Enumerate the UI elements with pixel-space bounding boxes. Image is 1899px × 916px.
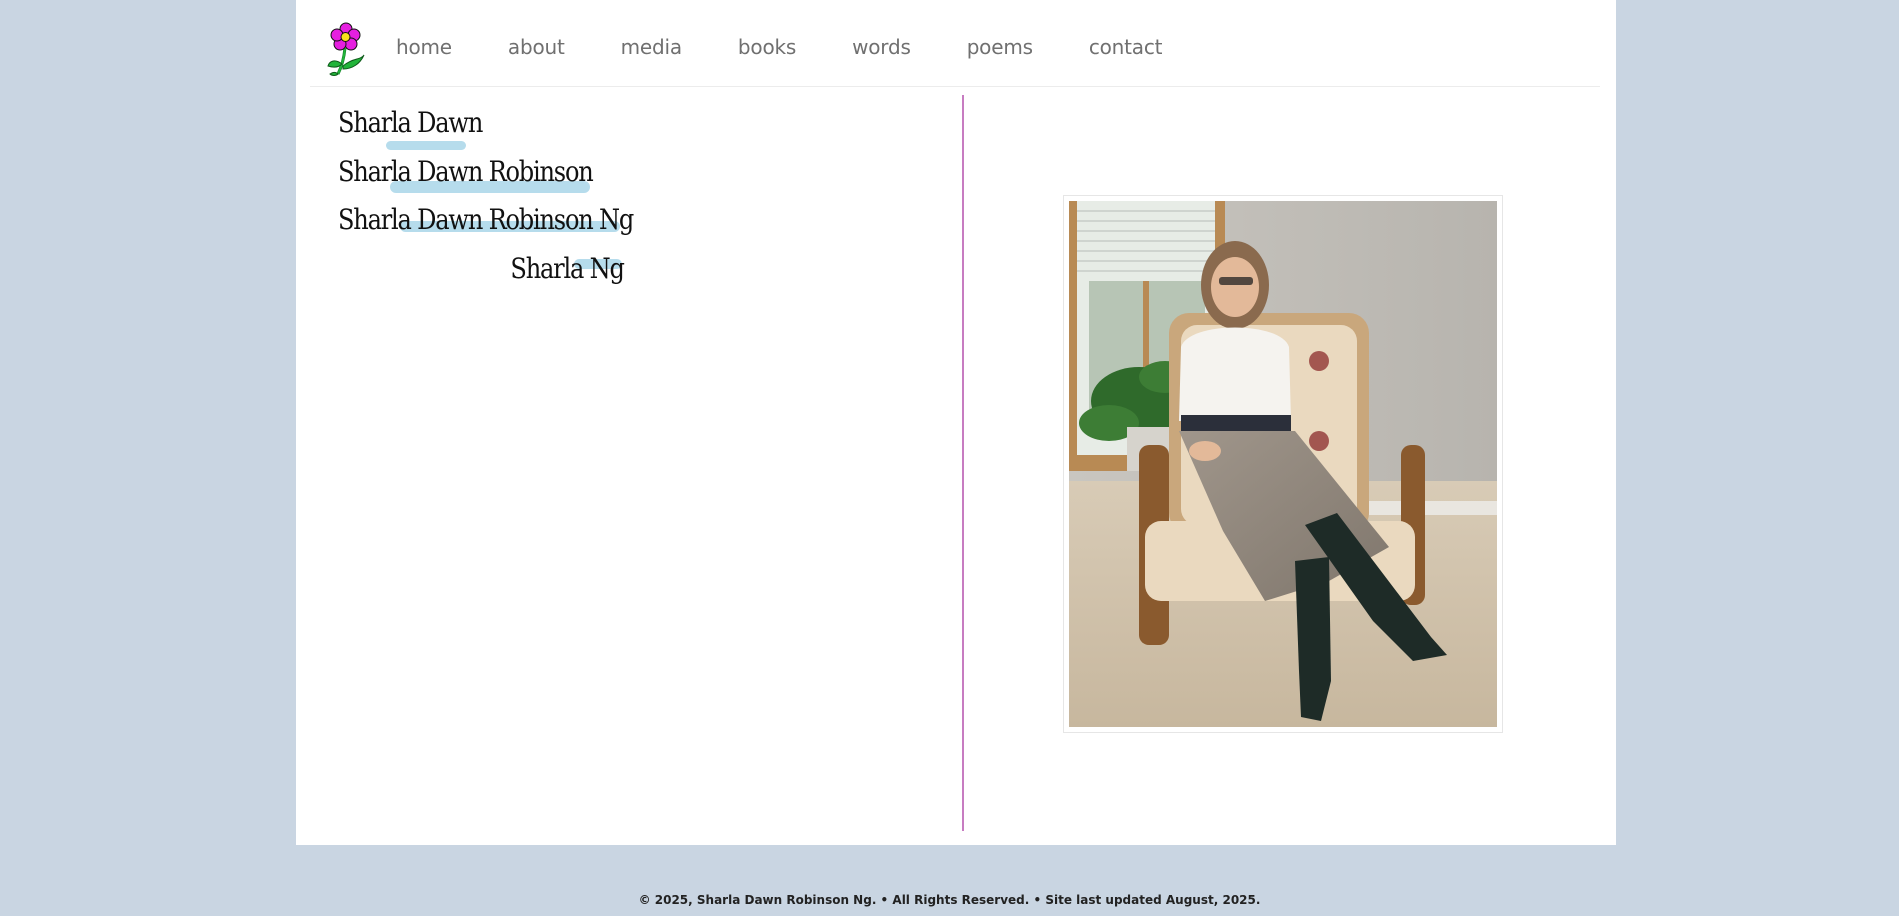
- flower-icon[interactable]: [326, 22, 366, 78]
- nav-home[interactable]: home: [396, 35, 452, 59]
- vertical-divider: [962, 95, 964, 831]
- nav-about[interactable]: about: [508, 35, 565, 59]
- main-content: Sharla Dawn Sharla Dawn Robinson Sharla …: [296, 95, 1616, 831]
- portrait-photo[interactable]: [1069, 201, 1497, 727]
- site-footer: © 2025, Sharla Dawn Robinson Ng. • All R…: [638, 893, 1261, 907]
- nav-books[interactable]: books: [738, 35, 796, 59]
- name-line-1: Sharla Dawn: [338, 106, 483, 139]
- nav-words[interactable]: words: [852, 35, 911, 59]
- name-line-4: Sharla Ng: [510, 252, 625, 285]
- nav-poems[interactable]: poems: [967, 35, 1033, 59]
- site-header: home about media books words poems conta…: [310, 0, 1600, 87]
- nav-media[interactable]: media: [621, 35, 682, 59]
- nav-contact[interactable]: contact: [1089, 35, 1163, 59]
- name-line-3: Sharla Dawn Robinson Ng: [338, 203, 634, 236]
- name-line-2: Sharla Dawn Robinson: [338, 155, 594, 188]
- name-history-graphic: Sharla Dawn Sharla Dawn Robinson Sharla …: [338, 109, 638, 309]
- page-container: home about media books words poems conta…: [296, 0, 1616, 845]
- portrait-frame: [1063, 195, 1503, 733]
- main-nav: home about media books words poems conta…: [396, 33, 1162, 61]
- splash-decoration: [386, 141, 466, 150]
